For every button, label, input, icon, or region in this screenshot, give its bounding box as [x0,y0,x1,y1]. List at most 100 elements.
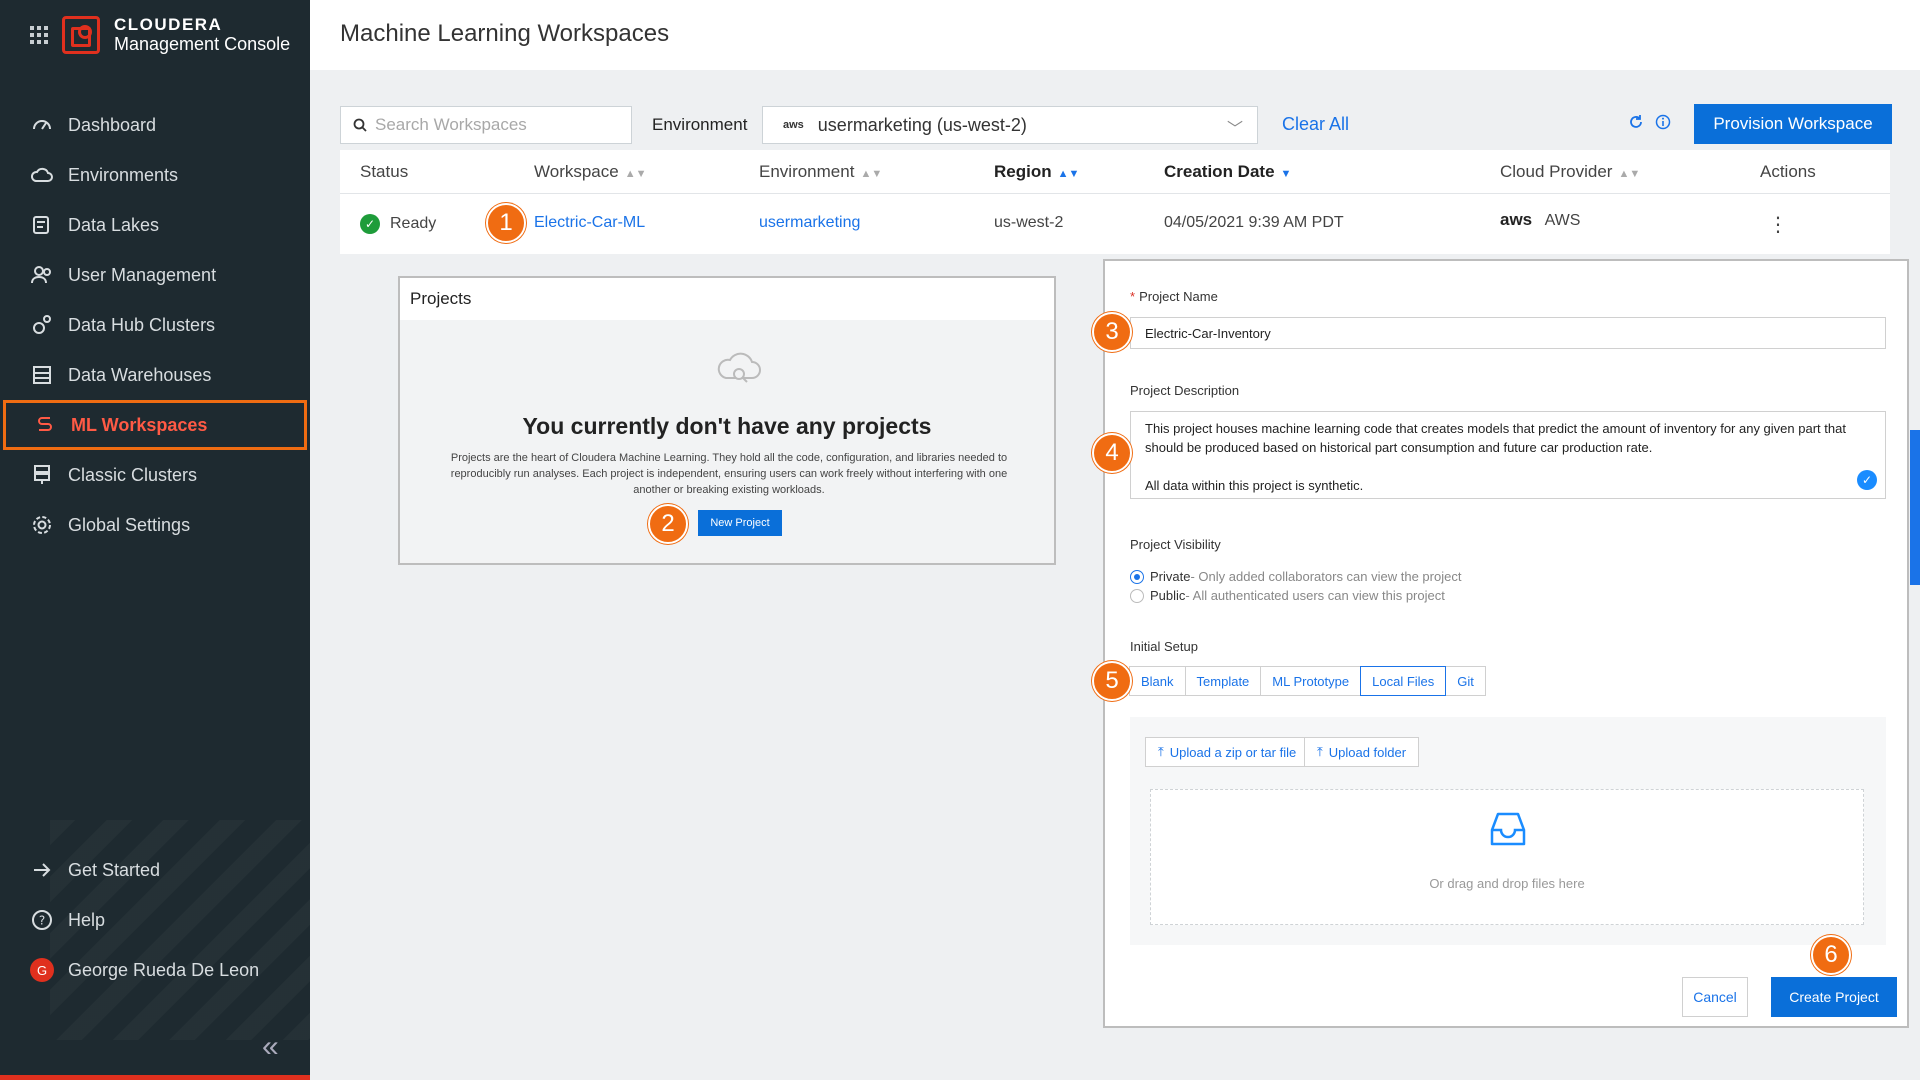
workspace-link[interactable]: Electric-Car-ML [534,214,645,232]
sidebar-item-label: Global Settings [68,514,191,535]
search-icon [353,118,367,132]
project-description-label: Project Description [1130,383,1240,398]
upload-icon: ⤒ [1317,744,1323,759]
sidebar-item-data-hub-clusters[interactable]: Data Hub Clusters [0,300,310,350]
empty-state-description: Projects are the heart of Cloudera Machi… [450,452,1008,496]
provision-workspace-button[interactable]: Provision Workspace [1694,104,1892,144]
sidebar-item-label: Classic Clusters [68,464,198,485]
table-row: ✓ Ready Electric-Car-ML usermarketing us-… [340,194,1890,254]
radio-button[interactable] [1130,569,1144,584]
sidebar-item-environments[interactable]: Environments [0,150,310,200]
create-project-button[interactable]: Create Project [1771,977,1897,1017]
sidebar-item-label: Environments [68,164,179,185]
table-header: Status Workspace ▲▼ Environment ▲▼ Region ▲… [340,150,1890,194]
sort-icon: ▼ [1280,168,1292,180]
tab-blank[interactable]: Blank [1129,666,1186,696]
sidebar-item-classic-clusters[interactable]: Classic Clusters [0,450,310,500]
upload-folder-button[interactable]: ⤒ Upload folder [1304,737,1420,767]
environment-link[interactable]: usermarketing [759,214,860,232]
ml-icon [33,413,57,437]
sidebar-nav: Dashboard Environments Data Lakes User M… [0,100,310,550]
description-text-line: This project houses machine learning cod… [1145,421,1846,455]
server-icon [30,463,54,487]
sidebar-accent-bar [0,1075,310,1080]
sidebar-item-dashboard[interactable]: Dashboard [0,100,310,150]
data-lake-icon [30,213,54,237]
new-project-button[interactable]: New Project [698,510,782,536]
sidebar-item-user-profile[interactable]: G George Rueda De Leon [0,945,310,995]
visibility-private-option[interactable]: Private - Only added collaborators can v… [1130,569,1461,584]
sidebar-item-label: Dashboard [68,114,157,135]
scrollbar[interactable] [1910,430,1920,585]
sidebar-item-help[interactable]: ? Help [0,895,310,945]
users-icon [30,263,54,287]
column-status: Status [360,162,409,181]
project-name-label: * Project Name [1130,289,1218,304]
sidebar-item-get-started[interactable]: Get Started [0,845,310,895]
environment-select[interactable]: aws usermarketing (us-west-2) ﹀ [762,106,1258,144]
upload-zip-button[interactable]: ⤒ Upload a zip or tar file [1145,737,1310,767]
kebab-menu-icon[interactable]: ⋮ [1768,212,1788,237]
callout-badge-1: 1 [486,203,526,243]
chevron-down-icon: ﹀ [1226,121,1243,138]
app-grid-icon[interactable] [30,26,48,45]
region-cell: us-west-2 [994,214,1064,231]
radio-button[interactable] [1130,588,1144,603]
info-icon[interactable] [1655,114,1671,135]
column-environment[interactable]: Environment ▲▼ [759,162,882,182]
project-visibility-label: Project Visibility [1130,537,1221,552]
cancel-button[interactable]: Cancel [1682,977,1748,1017]
sort-icon: ▲▼ [1618,168,1641,180]
provider-name: AWS [1544,212,1581,229]
sidebar-item-label: Data Lakes [68,214,160,235]
creation-date-cell: 04/05/2021 9:39 AM PDT [1164,214,1344,231]
initial-setup-tabs: Blank Template ML Prototype Local Files … [1129,666,1486,696]
projects-title: Projects [400,278,1054,320]
avatar: G [30,958,54,982]
callout-badge-6: 6 [1811,935,1851,975]
sort-icon: ▲▼ [624,168,647,180]
sidebar: CLOUDERA Management Console Dashboard En… [0,0,310,1080]
workspaces-table: Status Workspace ▲▼ Environment ▲▼ Region ▲… [340,150,1890,254]
tab-template[interactable]: Template [1184,666,1262,696]
arrow-right-icon [30,858,54,882]
empty-state-title: You currently don't have any projects [522,413,932,439]
sidebar-item-label: George Rueda De Leon [68,959,260,980]
tab-ml-prototype[interactable]: ML Prototype [1260,666,1362,696]
environment-label: Environment [652,115,748,134]
project-description-textarea[interactable]: This project houses machine learning cod… [1130,411,1886,499]
cloud-search-icon [714,348,764,393]
sidebar-item-ml-workspaces[interactable]: ML Workspaces [3,400,307,450]
tab-git[interactable]: Git [1445,666,1486,696]
initial-setup-label: Initial Setup [1130,639,1198,654]
sidebar-item-data-warehouses[interactable]: Data Warehouses [0,350,310,400]
collapse-sidebar-icon[interactable]: « [262,1030,279,1064]
file-drop-zone[interactable]: Or drag and drop files here [1150,789,1864,925]
refresh-icon[interactable] [1628,114,1644,135]
sidebar-item-user-management[interactable]: User Management [0,250,310,300]
cluster-icon [30,313,54,337]
sidebar-item-label: ML Workspaces [71,414,208,435]
search-input[interactable] [375,115,615,135]
cloudera-logo-icon [62,16,100,55]
new-project-form: * Project Name Electric-Car-Inventory Pro… [1103,259,1909,1028]
callout-badge-3: 3 [1092,312,1132,352]
sidebar-item-label: User Management [68,264,217,285]
svg-text:?: ? [39,914,45,928]
description-text-line: All data within this project is syntheti… [1145,478,1364,493]
sidebar-item-data-lakes[interactable]: Data Lakes [0,200,310,250]
sidebar-item-label: Data Warehouses [68,364,212,385]
brand-name: CLOUDERA [114,15,223,34]
warehouse-icon [30,363,54,387]
page-header: Machine Learning Workspaces [310,0,1920,70]
visibility-public-option[interactable]: Public - All authenticated users can vie… [1130,588,1445,603]
column-creation-date[interactable]: Creation Date ▼ [1164,162,1291,182]
sidebar-item-label: Data Hub Clusters [68,314,216,335]
sidebar-item-global-settings[interactable]: Global Settings [0,500,310,550]
project-name-input[interactable]: Electric-Car-Inventory [1130,317,1886,349]
column-region[interactable]: Region ▲▼ [994,162,1079,182]
clear-all-link[interactable]: Clear All [1282,114,1349,135]
column-cloud-provider[interactable]: Cloud Provider ▲▼ [1500,162,1640,182]
column-workspace[interactable]: Workspace ▲▼ [534,162,647,182]
tab-local-files[interactable]: Local Files [1360,666,1447,696]
